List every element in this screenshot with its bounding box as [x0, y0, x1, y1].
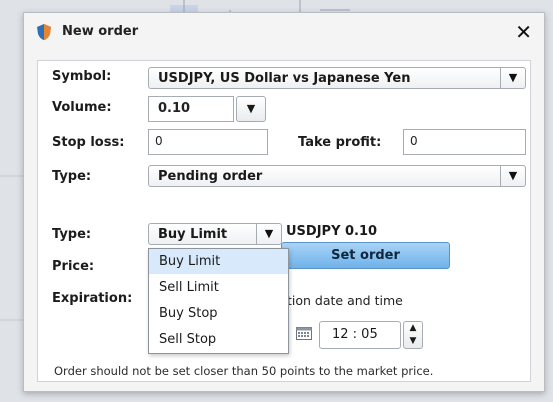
calendar-icon[interactable] — [296, 326, 312, 340]
dropdown-option-sell-stop[interactable]: Sell Stop — [149, 327, 288, 352]
dialog-titlebar: New order ✕ — [24, 13, 544, 51]
order-type-value: Pending order — [158, 169, 263, 184]
symbol-value: USDJPY, US Dollar vs Japanese Yen — [158, 71, 411, 86]
dialog-title: New order — [62, 24, 139, 39]
shield-icon — [37, 24, 51, 40]
order-form: Symbol: USDJPY, US Dollar vs Japanese Ye… — [37, 60, 531, 382]
stoploss-input[interactable]: 0 — [148, 129, 268, 155]
chevron-down-icon[interactable]: ▼ — [500, 68, 525, 88]
volume-label: Volume: — [52, 100, 112, 115]
time-input[interactable]: 12 : 05 — [319, 321, 401, 349]
new-order-dialog: New order ✕ Symbol: USDJPY, US Dollar vs… — [23, 12, 545, 392]
symbol-label: Symbol: — [52, 69, 112, 84]
chevron-up-icon[interactable]: ▲ — [404, 322, 422, 335]
type-label: Type: — [52, 169, 92, 184]
volume-input[interactable]: 0.10 — [148, 96, 234, 122]
takeprofit-input[interactable]: 0 — [403, 129, 526, 155]
symbol-select[interactable]: USDJPY, US Dollar vs Japanese Yen ▼ — [148, 67, 526, 89]
set-order-button[interactable]: Set order — [281, 242, 450, 269]
chevron-down-icon[interactable]: ▼ — [500, 166, 525, 186]
dropdown-option-buy-limit[interactable]: Buy Limit — [149, 249, 288, 274]
takeprofit-label: Take profit: — [298, 135, 382, 150]
close-button[interactable]: ✕ — [515, 20, 532, 44]
price-label: Price: — [52, 259, 95, 274]
pending-type-label: Type: — [52, 227, 92, 242]
chevron-down-icon: ▼ — [246, 102, 256, 115]
stoploss-label: Stop loss: — [52, 135, 125, 150]
pending-type-dropdown: Buy Limit Sell Limit Buy Stop Sell Stop — [148, 248, 289, 354]
dropdown-option-buy-stop[interactable]: Buy Stop — [149, 301, 288, 326]
order-type-select[interactable]: Pending order ▼ — [148, 165, 526, 187]
pending-type-value: Buy Limit — [158, 227, 228, 242]
order-summary: USDJPY 0.10 — [286, 224, 378, 239]
pending-type-select[interactable]: Buy Limit ▼ — [148, 223, 282, 245]
volume-dropdown-button[interactable]: ▼ — [236, 96, 266, 122]
chevron-down-icon[interactable]: ▼ — [256, 224, 281, 244]
chevron-down-icon[interactable]: ▼ — [404, 335, 422, 348]
expiration-text: tion date and time — [287, 293, 403, 308]
expiration-label: Expiration: — [52, 291, 133, 306]
time-stepper[interactable]: ▲ ▼ — [403, 321, 423, 349]
order-note: Order should not be set closer than 50 p… — [54, 364, 434, 378]
dropdown-option-sell-limit[interactable]: Sell Limit — [149, 275, 288, 300]
